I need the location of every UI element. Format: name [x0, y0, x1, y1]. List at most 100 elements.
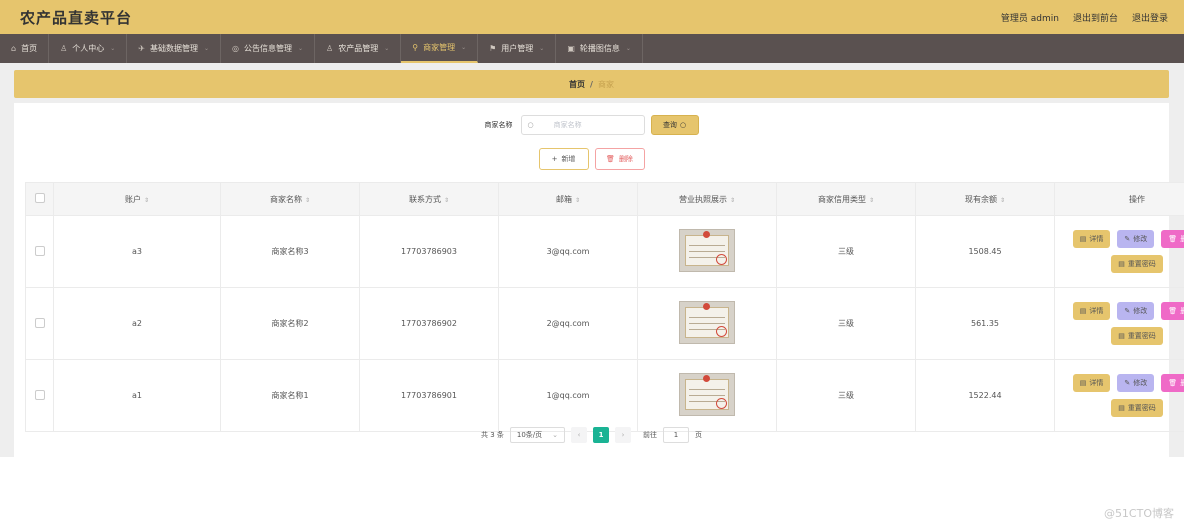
nav-item-label: 农产品管理 — [338, 44, 379, 53]
row-select-cell — [25, 287, 54, 360]
column-header[interactable]: 现有余额 ⇕ — [915, 182, 1055, 216]
column-header[interactable]: 账户 ⇕ — [53, 182, 221, 216]
search-icon: ○ — [679, 121, 687, 129]
cell-license — [637, 215, 777, 288]
license-image[interactable] — [679, 301, 735, 344]
column-header[interactable]: 商家名称 ⇕ — [220, 182, 360, 216]
search-label: 商家名称 — [484, 121, 513, 129]
send-icon: ✈ — [138, 44, 145, 53]
logout-link[interactable]: 退出登录 — [1132, 11, 1168, 24]
nav-item-label: 商家管理 — [423, 43, 456, 52]
prev-page-button[interactable]: ‹ — [571, 427, 588, 443]
search-placeholder: 商家名称 — [553, 121, 582, 129]
column-header[interactable]: 营业执照展示 ⇕ — [637, 182, 777, 216]
nav-item-7[interactable]: ▣ 轮播图信息 ⌄ — [556, 34, 643, 63]
nav-item-0[interactable]: ⌂ 首页 — [0, 34, 50, 63]
row-checkbox[interactable] — [34, 317, 45, 328]
search-input[interactable]: ○ 商家名称 — [520, 115, 645, 135]
next-page-button[interactable]: › — [615, 427, 632, 443]
license-image[interactable] — [679, 229, 735, 272]
row-delete-button-label: 删除 — [1180, 379, 1184, 387]
edit-button[interactable]: ✎ 修改 — [1117, 230, 1155, 248]
nav-item-3[interactable]: ◎ 公告信息管理 ⌄ — [221, 34, 316, 63]
add-button[interactable]: + 新增 — [538, 148, 589, 170]
table-row: a3 商家名称3 17703786903 3@qq.com 三级 1508.45 ▤ 详情 ✎ 修… — [25, 215, 1184, 288]
chevron-right-icon: › — [621, 431, 625, 439]
reset-password-button[interactable]: ▤ 重置密码 — [1111, 399, 1163, 417]
column-header: 操作 — [1054, 182, 1184, 216]
column-header[interactable]: 联系方式 ⇕ — [359, 182, 499, 216]
select-all-cell — [25, 182, 54, 216]
row-actions-top: ▤详情 ✎修改 🗑删除 — [1072, 230, 1184, 248]
sort-icon[interactable]: ⇕ — [144, 197, 149, 204]
sort-icon[interactable]: ⇕ — [575, 197, 580, 204]
nav-item-6[interactable]: ⚑ 用户管理 ⌄ — [478, 34, 557, 63]
license-line — [689, 323, 725, 324]
flag-icon: ⚑ — [489, 44, 497, 53]
doc-icon: ▤ — [1079, 307, 1087, 315]
chevron-down-icon: ⌄ — [110, 45, 116, 52]
row-select-cell — [25, 215, 54, 288]
goto-page-input[interactable]: 1 — [663, 427, 690, 443]
cell-credit: 三级 — [776, 359, 916, 432]
edit-button[interactable]: ✎ 修改 — [1117, 374, 1155, 392]
edit-button-label: 修改 — [1133, 235, 1148, 243]
detail-button[interactable]: ▤ 详情 — [1072, 302, 1111, 320]
sort-icon[interactable]: ⇕ — [730, 197, 735, 204]
edit-button-label: 修改 — [1133, 379, 1148, 387]
sort-icon[interactable]: ⇕ — [869, 197, 874, 204]
select-all-checkbox[interactable] — [34, 193, 45, 203]
row-delete-button[interactable]: 🗑删除 — [1161, 374, 1184, 392]
row-delete-button[interactable]: 🗑删除 — [1161, 230, 1184, 248]
cell-credit: 三级 — [776, 287, 916, 360]
pagination: 共 3 条 10条/页 ⌄ ‹ 1 › 前往 1 页 — [14, 427, 1169, 443]
row-delete-button[interactable]: 🗑删除 — [1161, 302, 1184, 320]
nav-item-label: 基础数据管理 — [149, 44, 198, 53]
trash-icon: 🗑 — [1168, 379, 1178, 387]
detail-button[interactable]: ▤ 详情 — [1072, 374, 1111, 392]
nav-item-4[interactable]: ♙ 农产品管理 ⌄ — [315, 34, 402, 63]
edit-button[interactable]: ✎ 修改 — [1117, 302, 1155, 320]
delete-button[interactable]: 🗑 删除 — [594, 148, 645, 170]
content-area: 首页 / 商家 商家名称 ○ 商家名称 查询 ○ + 新增 🗑 删除 账户 ⇕ … — [0, 63, 1184, 457]
nav-item-label: 轮播图信息 — [579, 44, 620, 53]
cell-credit: 三级 — [776, 215, 916, 288]
sort-icon[interactable]: ⇕ — [305, 197, 310, 204]
main-panel: 商家名称 ○ 商家名称 查询 ○ + 新增 🗑 删除 账户 ⇕ 商家名称 ⇕ 联… — [14, 103, 1184, 457]
cell-email: 3@qq.com — [498, 215, 638, 288]
row-checkbox[interactable] — [34, 245, 45, 256]
doc-icon: ▤ — [1118, 404, 1125, 412]
row-checkbox[interactable] — [34, 389, 45, 400]
breadcrumb-home[interactable]: 首页 — [569, 79, 585, 90]
stamp-icon — [716, 254, 727, 265]
page-size-select[interactable]: 10条/页 ⌄ — [509, 427, 566, 443]
chevron-down-icon: ⌄ — [625, 45, 631, 52]
breadcrumb-separator: / — [590, 79, 593, 89]
delete-button-label: 删除 — [618, 155, 633, 163]
license-line — [689, 395, 725, 396]
query-button[interactable]: 查询 ○ — [650, 115, 699, 135]
sort-icon[interactable]: ⇕ — [1000, 197, 1005, 204]
detail-button-label: 详情 — [1089, 379, 1104, 387]
license-image[interactable] — [679, 373, 735, 416]
table-row: a2 商家名称2 17703786902 2@qq.com 三级 561.35 ▤ 详情 ✎ 修改… — [25, 287, 1184, 360]
plus-icon: + — [551, 155, 558, 163]
cell-email: 1@qq.com — [498, 359, 638, 432]
page-number[interactable]: 1 — [593, 427, 610, 443]
nav-item-2[interactable]: ✈ 基础数据管理 ⌄ — [127, 34, 222, 63]
stamp-icon — [716, 398, 727, 409]
cell-license — [637, 287, 777, 360]
column-header[interactable]: 商家信用类型 ⇕ — [776, 182, 916, 216]
column-header[interactable]: 邮箱 ⇕ — [498, 182, 638, 216]
nav-item-1[interactable]: ♙ 个人中心 ⌄ — [49, 34, 128, 63]
merchant-table: 账户 ⇕ 商家名称 ⇕ 联系方式 ⇕ 邮箱 ⇕ 营业执照展示 ⇕ 商家信用类型 ⇕ 现有余额 ⇕ 操作 a3… — [25, 182, 1184, 432]
nav-item-5[interactable]: ⚲ 商家管理 ⌄ — [401, 34, 479, 63]
cell-phone: 17703786903 — [359, 215, 499, 288]
sort-icon[interactable]: ⇕ — [444, 197, 449, 204]
reset-password-button[interactable]: ▤ 重置密码 — [1111, 255, 1163, 273]
reset-password-button[interactable]: ▤ 重置密码 — [1111, 327, 1163, 345]
cell-name: 商家名称2 — [220, 287, 360, 360]
nav-item-label: 公告信息管理 — [244, 44, 292, 53]
detail-button[interactable]: ▤ 详情 — [1072, 230, 1111, 248]
back-to-front-link[interactable]: 退出到前台 — [1073, 11, 1118, 24]
